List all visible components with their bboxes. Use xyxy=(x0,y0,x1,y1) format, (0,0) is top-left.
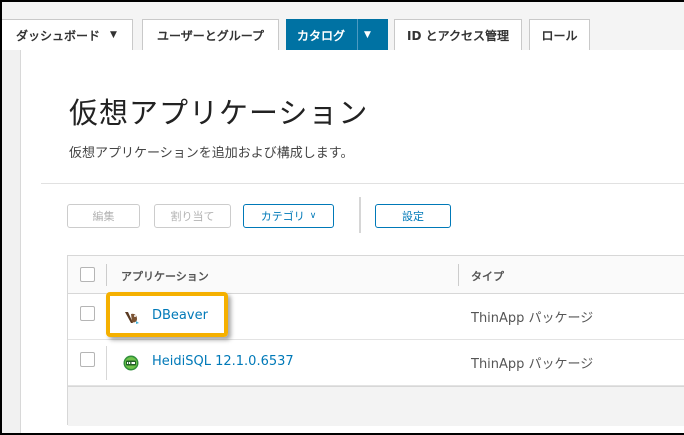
row-divider xyxy=(106,300,107,334)
tab-catalog[interactable]: カタログ ▼ xyxy=(286,19,388,50)
app-link-dbeaver[interactable]: DBeaver xyxy=(152,308,208,323)
column-divider xyxy=(106,264,107,286)
toolbar-divider xyxy=(359,197,361,233)
top-nav: ダッシュボード ▼ ユーザーとグループ カタログ ▼ ID とアクセス管理 ロー… xyxy=(2,2,684,50)
category-button-label: カテゴリ xyxy=(260,210,305,223)
table-row: HeidiSQL 12.1.0.6537 ThinApp パッケージ xyxy=(68,340,684,386)
tab-users-groups[interactable]: ユーザーとグループ xyxy=(142,19,279,50)
row-checkbox[interactable] xyxy=(80,352,95,367)
tab-catalog-label: カタログ xyxy=(297,28,346,43)
column-header-application[interactable]: アプリケーション xyxy=(121,268,209,284)
app-window: ダッシュボード ▼ ユーザーとグループ カタログ ▼ ID とアクセス管理 ロー… xyxy=(0,0,684,435)
category-dropdown-button[interactable]: カテゴリ ∨ xyxy=(243,204,334,228)
assign-button[interactable]: 割り当て xyxy=(154,204,231,228)
table-row: DBeaver ThinApp パッケージ xyxy=(68,294,684,340)
heidisql-icon xyxy=(123,355,139,371)
settings-button-label: 設定 xyxy=(402,210,424,223)
tab-dashboard[interactable]: ダッシュボード ▼ xyxy=(2,19,133,50)
tab-identity-access-label: ID とアクセス管理 xyxy=(406,28,509,43)
edit-button[interactable]: 編集 xyxy=(67,204,140,228)
main-content: 仮想アプリケーション 仮想アプリケーションを追加および構成します。 編集 割り当… xyxy=(20,50,684,433)
page-title: 仮想アプリケーション xyxy=(69,96,369,130)
row-checkbox[interactable] xyxy=(80,306,95,321)
table-header: アプリケーション タイプ xyxy=(68,256,684,294)
column-header-type[interactable]: タイプ xyxy=(471,268,504,284)
select-all-checkbox[interactable] xyxy=(80,267,95,282)
page-subtitle: 仮想アプリケーションを追加および構成します。 xyxy=(69,146,354,161)
type-cell: ThinApp パッケージ xyxy=(471,357,594,372)
chevron-down-icon[interactable]: ▼ xyxy=(110,30,117,40)
chevron-down-icon: ∨ xyxy=(309,211,317,221)
tab-identity-access[interactable]: ID とアクセス管理 xyxy=(394,19,522,50)
tab-users-groups-label: ユーザーとグループ xyxy=(156,28,265,43)
type-cell: ThinApp パッケージ xyxy=(471,311,594,326)
tab-roles-label: ロール xyxy=(541,28,578,43)
header-divider xyxy=(41,183,684,184)
dbeaver-icon xyxy=(125,312,139,324)
column-divider[interactable] xyxy=(458,264,459,286)
edit-button-label: 編集 xyxy=(92,210,115,223)
assign-button-label: 割り当て xyxy=(170,210,215,223)
tab-dashboard-label: ダッシュボード xyxy=(16,28,101,43)
app-link-heidisql[interactable]: HeidiSQL 12.1.0.6537 xyxy=(152,354,294,369)
tab-catalog-divider xyxy=(357,19,358,50)
tab-roles[interactable]: ロール xyxy=(529,19,590,50)
applications-table: アプリケーション タイプ DBeaver ThinApp パッケージ Heidi… xyxy=(67,255,684,426)
table-footer xyxy=(68,386,684,426)
chevron-down-icon[interactable]: ▼ xyxy=(364,30,371,40)
row-divider xyxy=(106,346,107,380)
settings-button[interactable]: 設定 xyxy=(375,204,451,228)
